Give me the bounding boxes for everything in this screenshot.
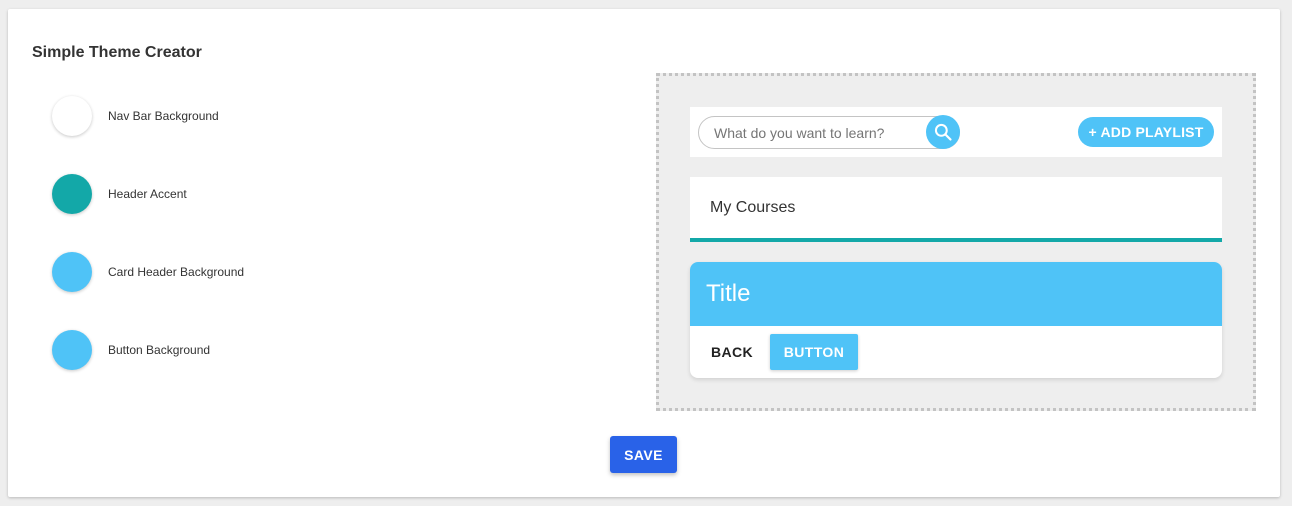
color-swatch-header-accent[interactable]	[52, 174, 92, 214]
search-button[interactable]	[926, 115, 960, 149]
preview-card: Title BACK BUTTON	[690, 262, 1222, 378]
theme-option-label: Header Accent	[108, 187, 187, 201]
theme-option-label: Button Background	[108, 343, 211, 357]
save-button[interactable]: SAVE	[610, 436, 677, 473]
preview-nav-bar: What do you want to learn? + ADD PLAYLIS…	[690, 107, 1222, 157]
color-swatch-card-header-background[interactable]	[52, 252, 92, 292]
color-swatch-button-background[interactable]	[52, 330, 92, 370]
header-title: My Courses	[710, 199, 796, 216]
color-swatch-nav-bar-background[interactable]	[52, 96, 92, 136]
back-button[interactable]: BACK	[711, 344, 753, 360]
theme-option-label: Card Header Background	[108, 265, 245, 279]
add-playlist-button[interactable]: + ADD PLAYLIST	[1078, 117, 1214, 147]
theme-option-button-background: Button Background	[52, 330, 210, 370]
card-actions: BACK BUTTON	[690, 326, 1222, 378]
preview-header: My Courses	[690, 177, 1222, 242]
theme-option-nav-bar-background: Nav Bar Background	[52, 96, 219, 136]
theme-option-label: Nav Bar Background	[108, 109, 219, 123]
search-placeholder: What do you want to learn?	[714, 125, 885, 141]
theme-preview: What do you want to learn? + ADD PLAYLIS…	[656, 73, 1256, 411]
theme-option-card-header-background: Card Header Background	[52, 252, 244, 292]
card-header: Title	[690, 262, 1222, 326]
search-input[interactable]: What do you want to learn?	[698, 116, 960, 149]
card-title: Title	[706, 280, 751, 307]
page-title: Simple Theme Creator	[32, 44, 202, 61]
search-icon	[934, 123, 952, 141]
theme-creator-card: Simple Theme Creator Nav Bar Background …	[8, 9, 1280, 497]
card-action-button[interactable]: BUTTON	[770, 334, 858, 370]
theme-option-header-accent: Header Accent	[52, 174, 187, 214]
